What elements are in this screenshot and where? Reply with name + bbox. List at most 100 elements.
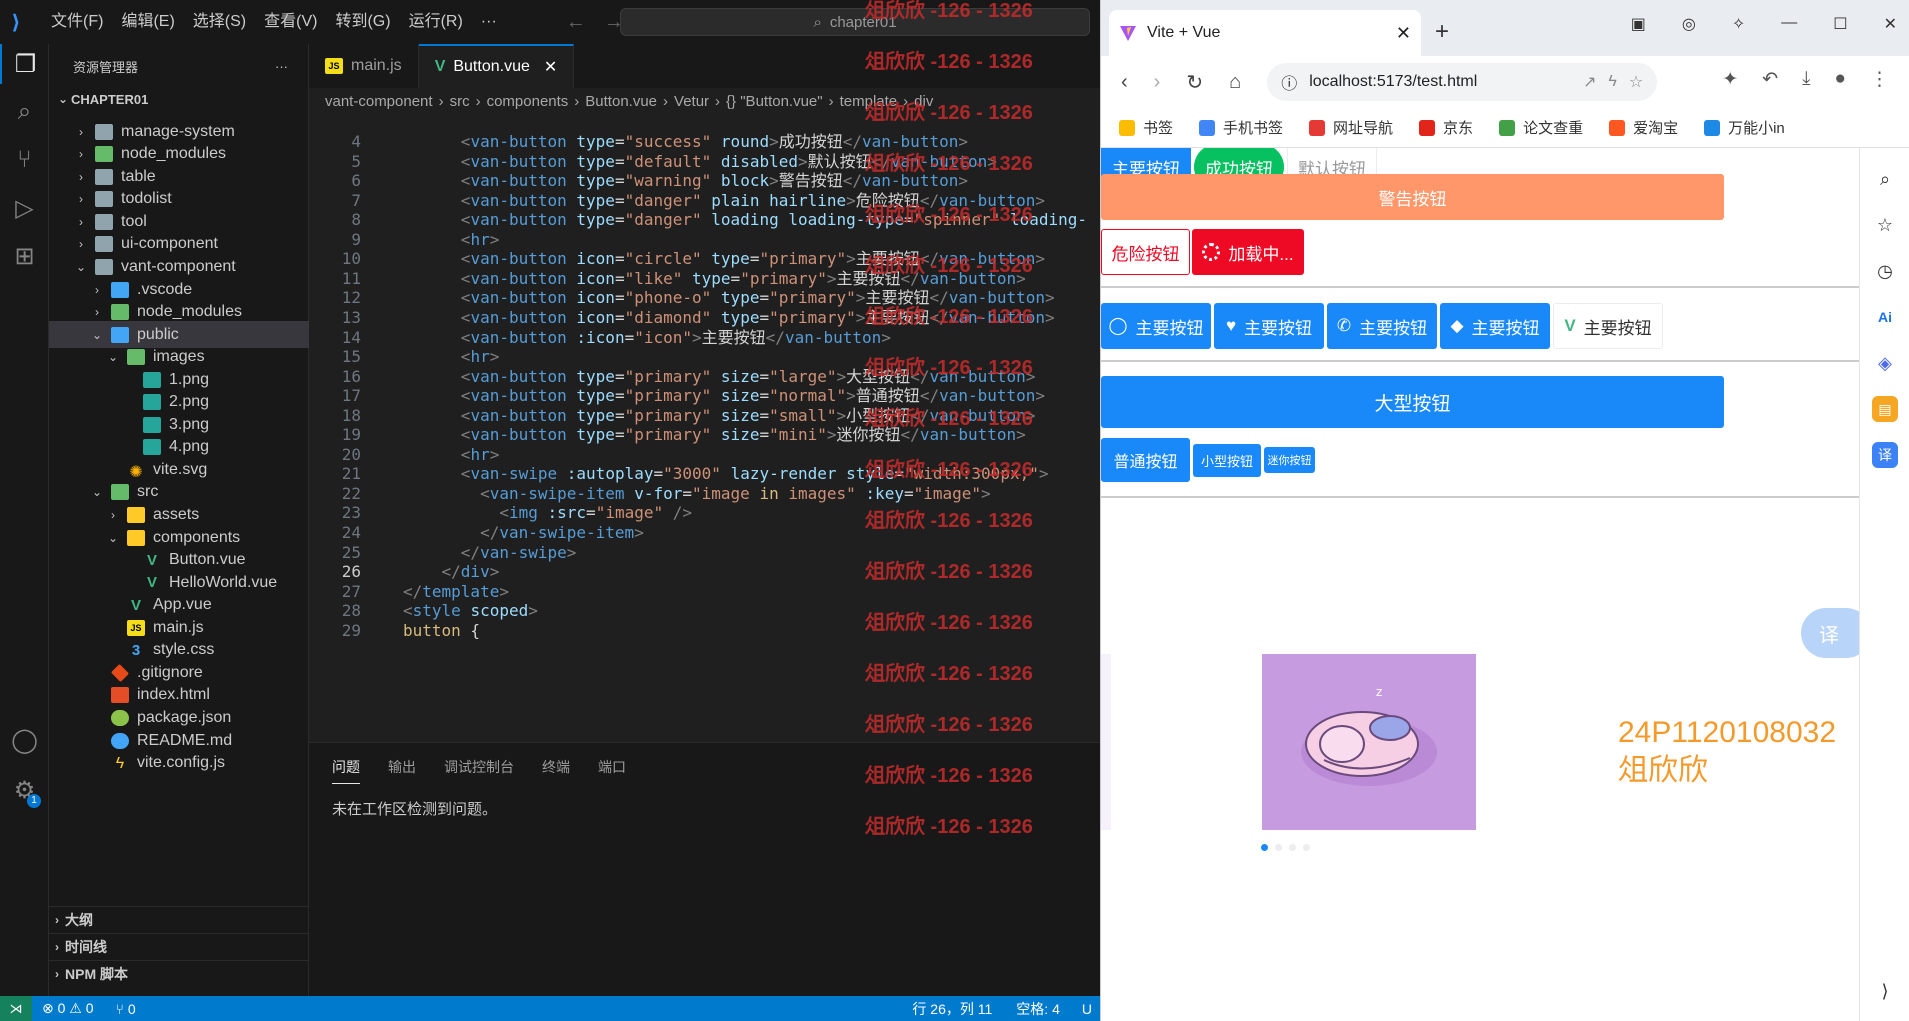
tree-item-label[interactable]: App.vue: [153, 596, 212, 614]
bookmark-item[interactable]: 爱淘宝: [1609, 117, 1678, 138]
encoding-status[interactable]: U: [1082, 1001, 1092, 1017]
code-token[interactable]: van-button: [470, 269, 566, 288]
menu-item[interactable]: ···: [472, 0, 506, 44]
svg-file-icon[interactable]: ✺: [127, 462, 145, 481]
bookmark-item[interactable]: 书签: [1119, 117, 1173, 138]
code-token[interactable]: </: [766, 328, 785, 347]
menu-item[interactable]: 查看(V): [255, 0, 326, 44]
folder-icon[interactable]: [127, 507, 145, 524]
code-token[interactable]: </: [901, 425, 920, 444]
bookmark-label[interactable]: 爱淘宝: [1633, 117, 1678, 138]
share-icon[interactable]: ↗: [1583, 72, 1596, 92]
code-token[interactable]: button: [403, 621, 461, 640]
code-token[interactable]: =: [615, 152, 625, 171]
breadcrumb-item[interactable]: src: [450, 93, 470, 110]
menu-item[interactable]: 编辑(E): [112, 0, 183, 44]
small-button[interactable]: 小型按钮: [1193, 444, 1261, 477]
close-tab-icon[interactable]: ✕: [1396, 23, 1411, 44]
code-token[interactable]: >: [856, 308, 866, 327]
source-control-icon[interactable]: ⑂: [0, 140, 49, 180]
breadcrumb-separator-icon[interactable]: ›: [715, 93, 720, 110]
twisty-icon[interactable]: ›: [73, 170, 89, 184]
tree-item-label[interactable]: index.html: [137, 686, 210, 704]
bookmark-favicon-icon[interactable]: [1499, 119, 1516, 136]
code-token[interactable]: [567, 308, 577, 327]
twisty-icon[interactable]: ›: [89, 283, 105, 297]
indent[interactable]: [403, 445, 461, 464]
tree-item-label[interactable]: tool: [121, 213, 147, 231]
swipe-dot[interactable]: [1289, 844, 1296, 851]
indent[interactable]: [403, 288, 461, 307]
code-token[interactable]: [779, 210, 789, 229]
code-token[interactable]: [856, 484, 866, 503]
code-token[interactable]: van-button: [470, 386, 566, 405]
twisty-icon[interactable]: ⌄: [89, 328, 105, 342]
code-token[interactable]: van-button: [470, 308, 566, 327]
code-token[interactable]: [711, 288, 721, 307]
extension-icon[interactable]: ✦: [1722, 68, 1738, 91]
code-token[interactable]: img: [509, 503, 538, 522]
tree-item-label[interactable]: 2.png: [169, 393, 209, 411]
tree-item-label[interactable]: Button.vue: [169, 551, 246, 569]
code-token[interactable]: {: [461, 621, 480, 640]
code-token[interactable]: >: [846, 386, 856, 405]
code-token[interactable]: >: [490, 445, 500, 464]
code-token[interactable]: van-button: [949, 308, 1045, 327]
tree-item-label[interactable]: node_modules: [137, 303, 242, 321]
code-token[interactable]: =: [615, 210, 625, 229]
folder-icon[interactable]: [95, 213, 113, 230]
code-token[interactable]: van-button: [920, 425, 1016, 444]
code-token[interactable]: [557, 464, 567, 483]
js-file-icon[interactable]: JS: [127, 619, 145, 636]
code-token[interactable]: type: [721, 288, 760, 307]
file-icon[interactable]: [143, 371, 161, 388]
code-token[interactable]: [711, 152, 721, 171]
code-token[interactable]: <: [461, 328, 471, 347]
code-token[interactable]: "primary": [769, 288, 856, 307]
bookmark-label[interactable]: 论文查重: [1523, 117, 1583, 138]
code-token[interactable]: "image": [596, 503, 663, 522]
code-token[interactable]: <: [461, 132, 471, 151]
twisty-icon[interactable]: ›: [73, 192, 89, 206]
code-token[interactable]: >: [769, 171, 779, 190]
bookmark-label[interactable]: 京东: [1443, 117, 1473, 138]
mini-button[interactable]: 迷你按钮: [1264, 447, 1315, 473]
breadcrumb-item[interactable]: div: [914, 93, 933, 110]
code-token[interactable]: [567, 152, 577, 171]
side-ai-icon[interactable]: Ai: [1872, 304, 1898, 330]
code-token[interactable]: "icon": [634, 328, 692, 347]
code-token[interactable]: [567, 132, 577, 151]
code-token[interactable]: >: [769, 132, 779, 151]
code-token[interactable]: >: [634, 523, 644, 542]
code-token[interactable]: van-button: [470, 191, 566, 210]
twisty-icon[interactable]: ›: [73, 237, 89, 251]
code-token[interactable]: [461, 601, 471, 620]
code-token[interactable]: "primary": [759, 249, 846, 268]
code-token[interactable]: type: [576, 132, 615, 151]
code-token[interactable]: hr: [470, 230, 489, 249]
line-number[interactable]: 29: [309, 619, 361, 643]
code-token[interactable]: div: [461, 562, 490, 581]
code-token[interactable]: type: [576, 210, 615, 229]
tree-item-label[interactable]: manage-system: [121, 123, 235, 141]
indent[interactable]: [403, 543, 461, 562]
code-token[interactable]: "mini": [769, 425, 827, 444]
back-icon[interactable]: ‹: [1121, 71, 1128, 94]
swipe-dot[interactable]: [1275, 844, 1282, 851]
breadcrumb-separator-icon[interactable]: ›: [574, 93, 579, 110]
tree-item-label[interactable]: package.json: [137, 709, 231, 727]
extensions-puzzle-icon[interactable]: ✧: [1732, 14, 1745, 34]
side-favorites-icon[interactable]: ☆: [1872, 212, 1898, 238]
code-token[interactable]: >: [881, 328, 891, 347]
indent[interactable]: [403, 464, 461, 483]
code-token[interactable]: van-swipe: [470, 464, 557, 483]
tree-item-label[interactable]: README.md: [137, 732, 232, 750]
indent[interactable]: [403, 230, 461, 249]
indent[interactable]: [403, 367, 461, 386]
side-toolbox-icon[interactable]: ▤: [1872, 396, 1898, 422]
code-token[interactable]: =: [615, 191, 625, 210]
code-token[interactable]: >: [499, 582, 509, 601]
code-token[interactable]: van-button: [470, 425, 566, 444]
indent[interactable]: [403, 347, 461, 366]
bookmark-favicon-icon[interactable]: [1609, 119, 1626, 136]
